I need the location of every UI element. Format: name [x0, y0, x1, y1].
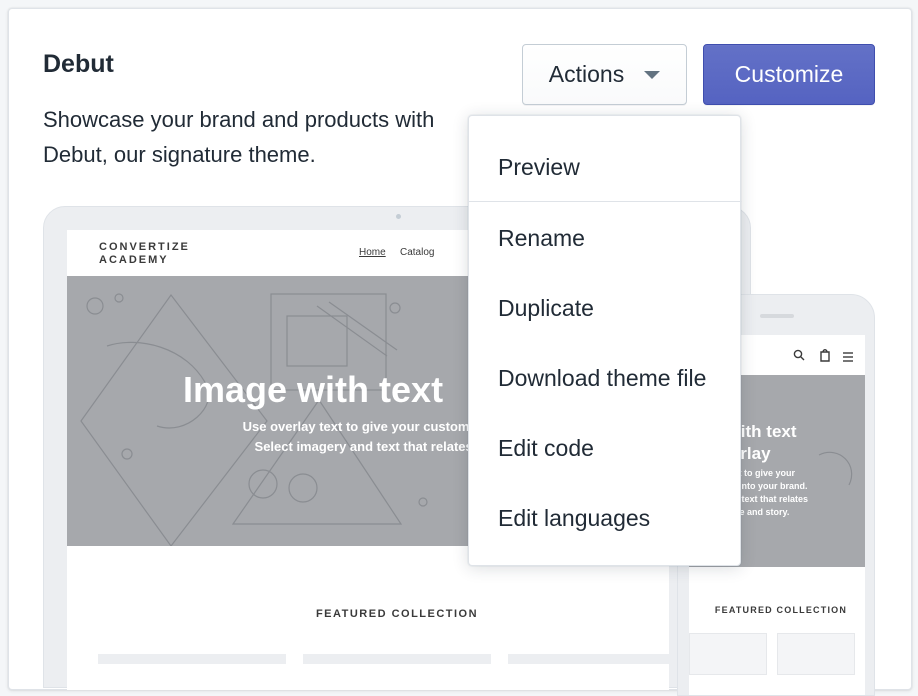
search-icon [793, 349, 805, 361]
menu-item-rename[interactable]: Rename [469, 203, 742, 273]
menu-item-edit-languages[interactable]: Edit languages [469, 483, 742, 553]
customize-button[interactable]: Customize [703, 44, 875, 105]
product-placeholder [508, 654, 669, 664]
menu-icon [843, 352, 853, 362]
mobile-featured-heading: FEATURED COLLECTION [714, 605, 848, 615]
actions-dropdown-menu: Preview Rename Duplicate Download theme … [468, 115, 742, 566]
menu-item-download-theme-file[interactable]: Download theme file [469, 343, 742, 413]
camera-dot [396, 214, 401, 219]
caret-down-icon [644, 70, 661, 79]
featured-collection-heading: FEATURED COLLECTION [315, 608, 479, 620]
menu-item-edit-code[interactable]: Edit code [469, 413, 742, 483]
store-logo: CONVERTIZE ACADEMY [99, 241, 190, 266]
mobile-header-icons [793, 349, 853, 362]
phone-speaker [760, 314, 794, 318]
product-placeholder [303, 654, 491, 664]
cart-icon [820, 349, 830, 362]
nav-home-link: Home [359, 247, 386, 258]
theme-description: Showcase your brand and products with De… [43, 107, 435, 167]
menu-divider [469, 201, 742, 202]
menu-item-duplicate[interactable]: Duplicate [469, 273, 742, 343]
product-placeholder [98, 654, 286, 664]
actions-button-label: Actions [548, 61, 625, 87]
nav-catalog-link: Catalog [400, 247, 435, 258]
actions-button[interactable]: Actions [522, 44, 687, 105]
menu-item-preview[interactable]: Preview [469, 132, 742, 202]
hero-title: Image with text [183, 369, 444, 410]
theme-title: Debut [43, 50, 114, 78]
